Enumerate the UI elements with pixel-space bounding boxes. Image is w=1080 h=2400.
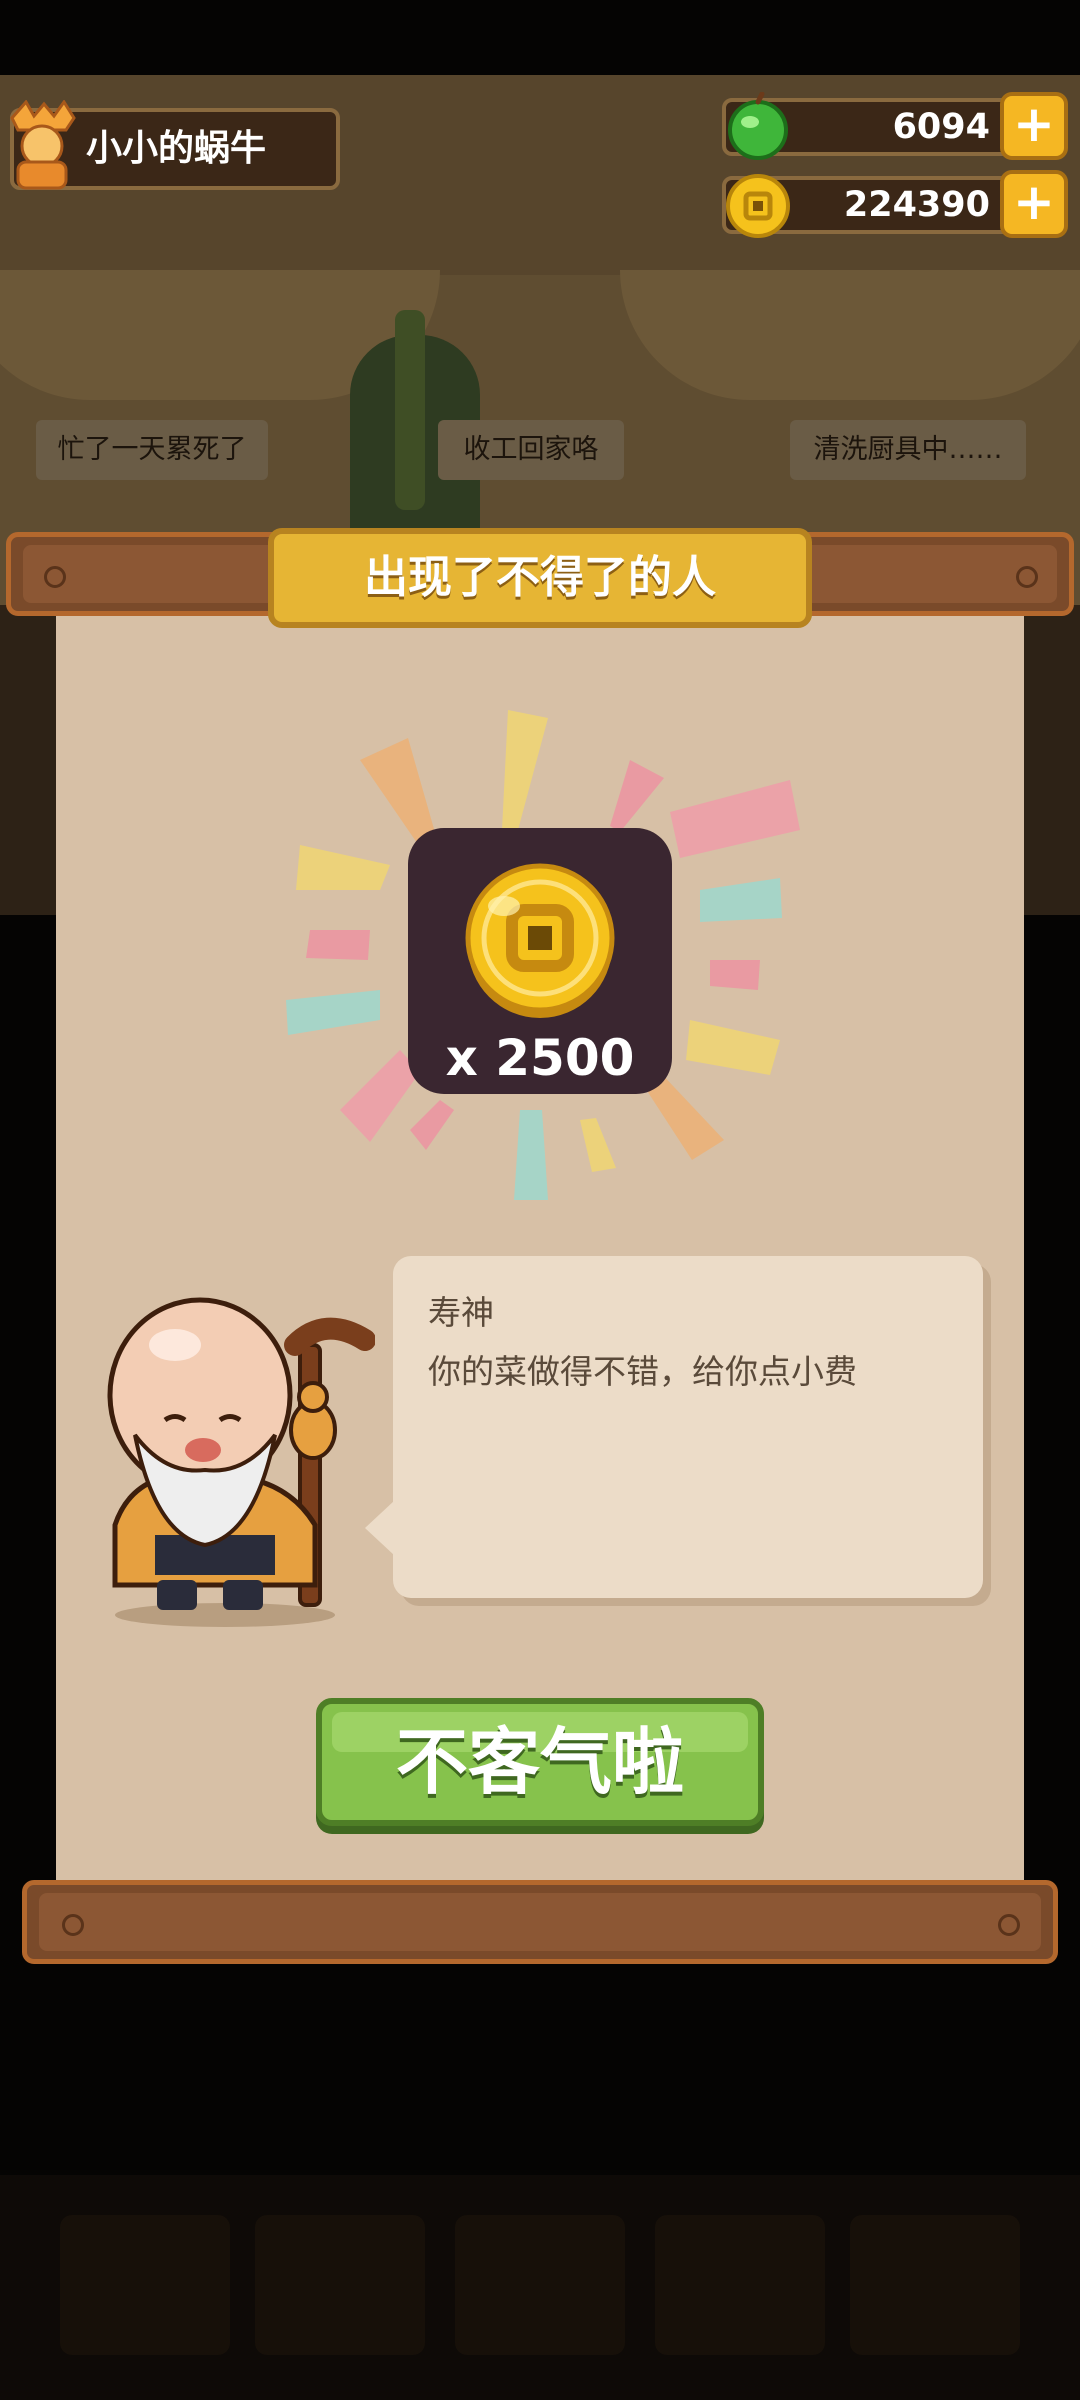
player-name: 小小的蜗牛 (86, 128, 267, 169)
speech-bubble-customer-2: 收工回家咯 (438, 420, 624, 480)
speech-message: 你的菜做得不错，给你点小费 (428, 1352, 857, 1391)
coin-count: 224390 (843, 185, 990, 225)
add-coins-button[interactable]: + (1000, 170, 1068, 238)
add-gems-button[interactable]: + (1000, 92, 1068, 160)
speech-bubble-tail (365, 1500, 395, 1556)
coin-icon (465, 863, 615, 1018)
dialog-title: 出现了不得了的人 (364, 552, 716, 603)
speech-bubble-customer-1: 忙了一天累死了 (36, 420, 268, 480)
reward-amount: x 2500 (445, 1029, 635, 1087)
coin-icon (726, 174, 790, 238)
speaker-name: 寿神 (428, 1293, 494, 1332)
bottom-nav-bar (0, 2175, 1080, 2400)
gem-count: 6094 (892, 107, 990, 147)
scroll-bottom-rod (22, 1880, 1058, 1964)
green-gem-icon (728, 92, 788, 160)
player-avatar-icon[interactable] (4, 100, 80, 192)
speech-bubble-customer-3: 清洗厨具中…… (790, 420, 1026, 480)
confirm-button-label: 不客气啦 (395, 1720, 684, 1804)
longevity-god-character (107, 1297, 375, 1627)
